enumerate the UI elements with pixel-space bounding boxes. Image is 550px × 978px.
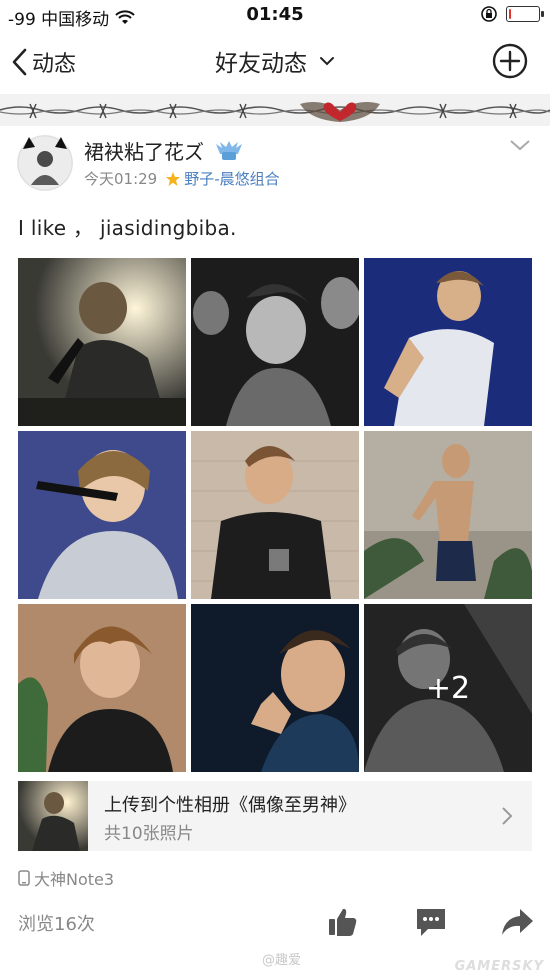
photo-image [191,431,359,599]
status-right [480,5,544,23]
album-card[interactable]: 上传到个性相册《偶像至男神》 共10张照片 [18,781,532,851]
avatar-image [17,135,73,191]
photo-5[interactable] [191,431,359,599]
share-icon[interactable] [500,905,534,939]
device-info: 大神Note3 [18,866,114,890]
photo-image [364,431,532,599]
group-link[interactable]: 野子-晨悠组合 [165,168,280,189]
photo-image [191,604,359,772]
photo-image [364,258,532,426]
photo-6[interactable] [364,431,532,599]
photo-image [18,604,186,772]
barbed-wire-decoration [0,102,550,122]
weibo-watermark: @趣爱 [262,953,302,968]
post-text: I like ， jiasidingbiba. [18,216,237,240]
album-photo-count: 共10张照片 [104,824,194,844]
timestamp: 今天01:29 [84,170,158,188]
nav-title-wrap: 好友动态 [0,44,550,78]
photo-image [18,258,186,426]
plus-circle-icon[interactable] [492,43,528,79]
photo-image [18,431,186,599]
rotation-lock-icon [481,6,497,22]
post-menu-chevron-icon[interactable] [508,136,532,154]
chevron-down-icon [320,57,334,66]
site-watermark: GAMERSKY [454,959,544,974]
photo-3[interactable] [364,258,532,426]
photo-4[interactable] [18,431,186,599]
album-title: 上传到个性相册《偶像至男神》 [104,795,356,816]
status-time: 01:45 [246,4,304,25]
group-name: 野子-晨悠组合 [184,170,280,188]
chevron-right-icon [502,807,513,825]
decorative-banner [0,94,550,126]
photo-7[interactable] [18,604,186,772]
avatar[interactable] [17,135,73,191]
post-meta: 今天01:29 野子-晨悠组合 [84,168,280,189]
album-thumbnail [18,781,88,851]
feed-filter-dropdown[interactable]: 好友动态 [215,44,335,78]
photo-grid: +2 [18,258,532,772]
battery-fill [509,9,511,19]
album-thumbnail-image [18,781,88,851]
vip-badge-icon [216,140,242,160]
photo-9[interactable]: +2 [364,604,532,772]
status-bar: -99 中国移动 01:45 [0,0,550,32]
comment-icon[interactable] [414,905,448,939]
nav-title: 好友动态 [215,51,307,77]
view-count: 浏览16次 [18,914,95,935]
photo-2[interactable] [191,258,359,426]
nav-bar: 动态 好友动态 [0,32,550,92]
photo-1[interactable] [18,258,186,426]
post-header: 裙袂粘了花ズ 今天01:29 野子-晨悠组合 [0,126,550,196]
like-icon[interactable] [326,905,360,939]
more-photos-count: +2 [364,604,532,772]
photo-8[interactable] [191,604,359,772]
photo-image [191,258,359,426]
phone-icon [18,870,30,886]
username-text: 裙袂粘了花ズ [84,140,204,164]
battery-icon [506,6,544,22]
star-icon [166,171,181,186]
device-name: 大神Note3 [34,870,115,889]
username[interactable]: 裙袂粘了花ズ [84,136,244,165]
